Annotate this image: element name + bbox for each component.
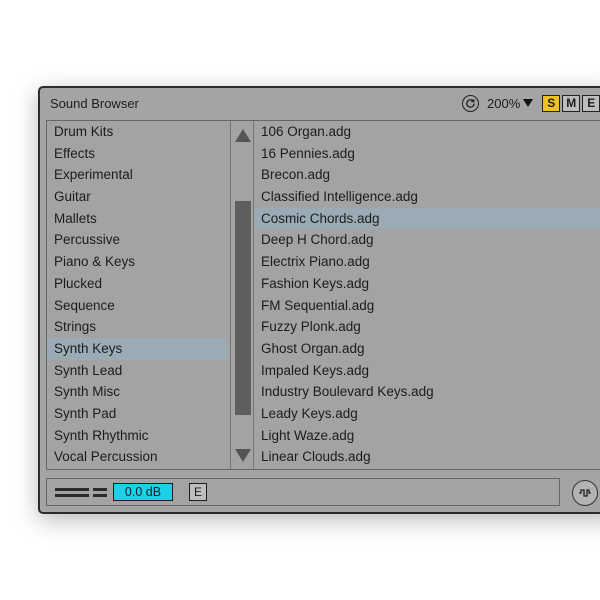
scrollbar-thumb[interactable] bbox=[235, 201, 251, 415]
file-item[interactable]: Impaled Keys.adg bbox=[255, 360, 600, 382]
file-item[interactable]: Deep H Chord.adg bbox=[255, 229, 600, 251]
window-title: Sound Browser bbox=[50, 96, 139, 111]
arrow-up-icon[interactable] bbox=[235, 129, 251, 142]
refresh-icon[interactable] bbox=[462, 94, 479, 112]
file-item[interactable]: Ghost Organ.adg bbox=[255, 338, 600, 360]
category-item[interactable]: Synth Rhythmic bbox=[47, 425, 227, 447]
browser-panel: Drum Kits Effects Experimental Guitar Mallet… bbox=[46, 120, 600, 470]
extra-button[interactable]: E bbox=[582, 94, 600, 112]
level-meter bbox=[55, 485, 107, 499]
file-item[interactable]: Industry Boulevard Keys.adg bbox=[255, 381, 600, 403]
category-item[interactable]: Effects bbox=[47, 143, 227, 165]
category-item[interactable]: Vocal Percussion bbox=[47, 446, 227, 468]
category-item[interactable]: Percussive bbox=[47, 229, 227, 251]
category-item[interactable]: Mallets bbox=[47, 208, 227, 230]
volume-field[interactable]: 0.0 dB bbox=[113, 483, 173, 501]
caret-down-icon[interactable] bbox=[523, 99, 534, 107]
mute-button[interactable]: M bbox=[562, 94, 581, 112]
file-item[interactable]: Fuzzy Plonk.adg bbox=[255, 316, 600, 338]
file-item[interactable]: Cosmic Chords.adg bbox=[255, 207, 600, 230]
file-item[interactable]: Linear Clouds.adg bbox=[255, 446, 600, 468]
file-item[interactable]: Electrix Piano.adg bbox=[255, 251, 600, 273]
category-item[interactable]: Synth Keys bbox=[47, 337, 227, 360]
category-item[interactable]: Synth Lead bbox=[47, 360, 227, 382]
file-item[interactable]: Classified Intelligence.adg bbox=[255, 186, 600, 208]
category-item[interactable]: Synth Pad bbox=[47, 403, 227, 425]
file-item[interactable]: Light Waze.adg bbox=[255, 425, 600, 447]
solo-button[interactable]: S bbox=[542, 94, 561, 112]
footer-bar: 0.0 dB E bbox=[46, 478, 560, 506]
category-item[interactable]: Piano & Keys bbox=[47, 251, 227, 273]
zoom-level[interactable]: 200% bbox=[487, 96, 520, 111]
category-item[interactable]: Plucked bbox=[47, 273, 227, 295]
file-item[interactable]: Fashion Keys.adg bbox=[255, 273, 600, 295]
file-item[interactable]: 16 Pennies.adg bbox=[255, 143, 600, 165]
edit-button[interactable]: E bbox=[189, 483, 207, 501]
file-item[interactable]: Brecon.adg bbox=[255, 164, 600, 186]
category-item[interactable]: Drum Kits bbox=[47, 121, 227, 143]
file-item[interactable]: 106 Organ.adg bbox=[255, 121, 600, 143]
arrow-down-icon[interactable] bbox=[235, 449, 251, 462]
category-item[interactable]: Guitar bbox=[47, 186, 227, 208]
sound-browser-window: Sound Browser 200% S M E Drum Kits Effect… bbox=[38, 86, 600, 514]
file-item[interactable]: Leady Keys.adg bbox=[255, 403, 600, 425]
category-item[interactable]: Strings bbox=[47, 316, 227, 338]
category-list: Drum Kits Effects Experimental Guitar Mallet… bbox=[47, 121, 227, 469]
category-item[interactable]: Experimental bbox=[47, 164, 227, 186]
waveform-icon[interactable] bbox=[572, 480, 598, 506]
file-list: 106 Organ.adg 16 Pennies.adg Brecon.adg Cla… bbox=[255, 121, 600, 469]
category-item[interactable]: Synth Misc bbox=[47, 381, 227, 403]
category-scrollbar[interactable] bbox=[230, 121, 254, 469]
category-item[interactable]: Sequence bbox=[47, 295, 227, 317]
file-item[interactable]: FM Sequential.adg bbox=[255, 295, 600, 317]
header-controls: 200% S M E bbox=[462, 93, 600, 113]
